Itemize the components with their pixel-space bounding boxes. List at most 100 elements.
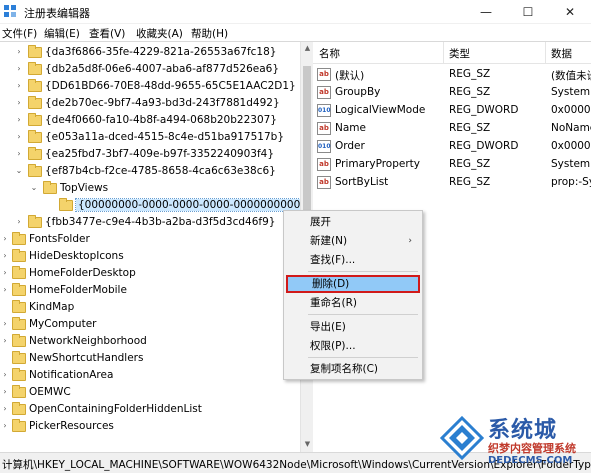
- expand-arrow-icon[interactable]: ›: [0, 250, 10, 262]
- maximize-button[interactable]: ☐: [507, 0, 549, 24]
- tree-item-label: NewShortcutHandlers: [29, 352, 144, 364]
- value-type: REG_SZ: [449, 158, 491, 170]
- expand-arrow-icon[interactable]: ›: [14, 63, 24, 75]
- value-name: (默认): [335, 70, 365, 82]
- value-name: Name: [335, 122, 366, 134]
- close-button[interactable]: ✕: [549, 0, 591, 24]
- collapse-arrow-icon[interactable]: ⌄: [29, 182, 39, 194]
- value-row[interactable]: ab GroupBy REG_SZ System.S: [313, 84, 591, 102]
- tree-item-label: TopViews: [60, 182, 109, 194]
- column-header-data[interactable]: 数据: [551, 46, 572, 61]
- menu-item-copy-key-name[interactable]: 复制项名称(C): [286, 360, 420, 378]
- expand-arrow-icon[interactable]: ›: [0, 233, 10, 245]
- tree-item[interactable]: › OEMWC: [0, 384, 300, 401]
- tree-item[interactable]: NewShortcutHandlers: [0, 350, 300, 367]
- scroll-down-icon[interactable]: ▼: [303, 440, 312, 448]
- tree-item[interactable]: › PickerResources: [0, 418, 300, 435]
- column-divider[interactable]: [545, 42, 546, 64]
- tree-item-label: {de4f0660-fa10-4b8f-a494-068b20b22307}: [45, 114, 277, 126]
- regedit-app-icon: [4, 5, 18, 19]
- minimize-button[interactable]: —: [465, 0, 507, 24]
- registry-key-tree[interactable]: › {da3f6866-35fe-4229-821a-26553a67fc18}…: [0, 42, 300, 452]
- tree-item-label: NetworkNeighborhood: [29, 335, 147, 347]
- expand-arrow-icon[interactable]: ›: [0, 386, 10, 398]
- tree-item[interactable]: › HideDesktopIcons: [0, 248, 300, 265]
- menu-item-permissions[interactable]: 权限(P)...: [286, 337, 420, 355]
- tree-item[interactable]: › HomeFolderMobile: [0, 282, 300, 299]
- tree-item-label: {00000000-0000-0000-0000-000000000000}: [74, 198, 300, 212]
- value-row[interactable]: ab PrimaryProperty REG_SZ System.S: [313, 156, 591, 174]
- value-data: System.S: [551, 158, 591, 170]
- value-name: LogicalViewMode: [335, 104, 426, 116]
- expand-arrow-icon[interactable]: ›: [14, 114, 24, 126]
- tree-item[interactable]: ⌄ TopViews: [0, 180, 300, 197]
- menu-item-rename[interactable]: 重命名(R): [286, 294, 420, 312]
- tree-item[interactable]: › {e053a11a-dced-4515-8c4e-d51ba917517b}: [0, 129, 300, 146]
- tree-item[interactable]: › {fbb3477e-c9e4-4b3b-a2ba-d3f5d3cd46f9}: [0, 214, 300, 231]
- menu-item-export[interactable]: 导出(E): [286, 318, 420, 336]
- tree-item[interactable]: KindMap: [0, 299, 300, 316]
- folder-icon: [12, 232, 26, 245]
- string-value-icon: ab: [317, 86, 331, 99]
- expand-arrow-icon[interactable]: ›: [0, 369, 10, 381]
- expand-arrow-icon[interactable]: ›: [0, 420, 10, 432]
- expand-arrow-icon[interactable]: ›: [14, 46, 24, 58]
- tree-item[interactable]: › {de4f0660-fa10-4b8f-a494-068b20b22307}: [0, 112, 300, 129]
- folder-icon: [12, 266, 26, 279]
- column-header-name[interactable]: 名称: [319, 46, 340, 61]
- tree-item[interactable]: › NetworkNeighborhood: [0, 333, 300, 350]
- folder-icon: [28, 215, 42, 228]
- tree-item-label: HomeFolderMobile: [29, 284, 127, 296]
- collapse-arrow-icon[interactable]: ⌄: [14, 165, 24, 177]
- expand-arrow-icon[interactable]: ›: [0, 403, 10, 415]
- expand-arrow-icon[interactable]: ›: [14, 80, 24, 92]
- tree-item[interactable]: › OpenContainingFolderHiddenList: [0, 401, 300, 418]
- tree-item[interactable]: › NotificationArea: [0, 367, 300, 384]
- value-data: (数值未设: [551, 70, 591, 82]
- menu-item-delete[interactable]: 删除(D): [286, 275, 420, 293]
- expand-arrow-icon[interactable]: ›: [0, 335, 10, 347]
- expand-arrow-icon[interactable]: ›: [14, 131, 24, 143]
- tree-item-label: PickerResources: [29, 420, 114, 432]
- expand-arrow-icon[interactable]: ›: [0, 284, 10, 296]
- expand-arrow-icon[interactable]: ›: [0, 267, 10, 279]
- folder-icon: [28, 164, 42, 177]
- menu-file[interactable]: 文件(F): [2, 26, 37, 41]
- tree-item[interactable]: › FontsFolder: [0, 231, 300, 248]
- tree-item[interactable]: › {db2a5d8f-06e6-4007-aba6-af877d526ea6}: [0, 61, 300, 78]
- expand-arrow-icon[interactable]: ›: [14, 148, 24, 160]
- menu-item-find[interactable]: 查找(F)...: [286, 251, 420, 269]
- menu-edit[interactable]: 编辑(E): [44, 26, 80, 41]
- menu-view[interactable]: 查看(V): [89, 26, 125, 41]
- value-row[interactable]: ab (默认) REG_SZ (数值未设: [313, 66, 591, 84]
- value-row[interactable]: 010 Order REG_DWORD 0x00000: [313, 138, 591, 156]
- tree-item-label: {da3f6866-35fe-4229-821a-26553a67fc18}: [45, 46, 277, 58]
- value-row[interactable]: ab Name REG_SZ NoName: [313, 120, 591, 138]
- expand-arrow-icon[interactable]: ›: [0, 318, 10, 330]
- expand-arrow-icon[interactable]: ›: [14, 97, 24, 109]
- menu-help[interactable]: 帮助(H): [191, 26, 228, 41]
- expand-arrow-icon[interactable]: ›: [14, 216, 24, 228]
- tree-item[interactable]: › {ea25fbd7-3bf7-409e-b97f-3352240903f4}: [0, 146, 300, 163]
- menu-item-label: 复制项名称(C): [310, 363, 379, 375]
- tree-item[interactable]: › {DD61BD66-70E8-48dd-9655-65C5E1AAC2D1}: [0, 78, 300, 95]
- menu-item-expand[interactable]: 展开: [286, 213, 420, 231]
- tree-item[interactable]: ⌄ {ef87b4cb-f2ce-4785-8658-4ca6c63e38c6}: [0, 163, 300, 180]
- value-row[interactable]: ab SortByList REG_SZ prop:-Sy: [313, 174, 591, 192]
- scroll-up-icon[interactable]: ▲: [303, 44, 312, 52]
- value-row[interactable]: 010 LogicalViewMode REG_DWORD 0x00000: [313, 102, 591, 120]
- column-header-type[interactable]: 类型: [449, 46, 470, 61]
- tree-item[interactable]: › HomeFolderDesktop: [0, 265, 300, 282]
- menu-item-new[interactable]: 新建(N) ›: [286, 232, 420, 250]
- tree-item[interactable]: › MyComputer: [0, 316, 300, 333]
- tree-item[interactable]: › {da3f6866-35fe-4229-821a-26553a67fc18}: [0, 44, 300, 61]
- tree-item-selected[interactable]: {00000000-0000-0000-0000-000000000000}: [0, 197, 300, 214]
- value-type: REG_SZ: [449, 176, 491, 188]
- value-type: REG_DWORD: [449, 104, 519, 116]
- menu-favorites[interactable]: 收藏夹(A): [136, 26, 183, 41]
- folder-icon: [28, 45, 42, 58]
- value-data: NoName: [551, 122, 591, 134]
- column-divider[interactable]: [443, 42, 444, 64]
- string-value-icon: ab: [317, 122, 331, 135]
- tree-item[interactable]: › {de2b70ec-9bf7-4a93-bd3d-243f7881d492}: [0, 95, 300, 112]
